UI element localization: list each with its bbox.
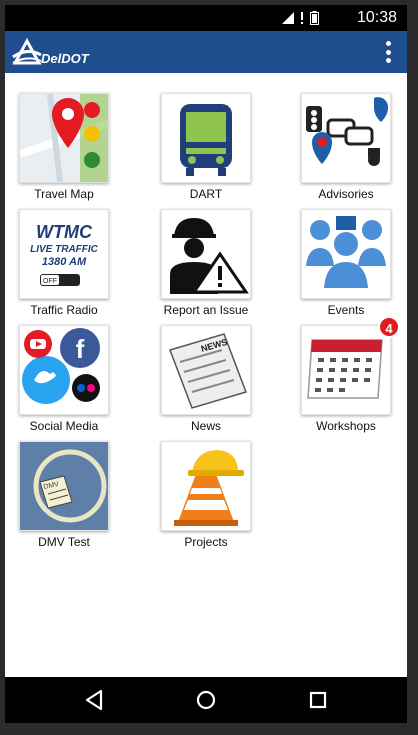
tile-report-an-issue[interactable]: Report an Issue xyxy=(151,209,261,317)
clock: 10:38 xyxy=(356,9,397,26)
construction-projects-icon xyxy=(174,450,244,526)
alert-icon xyxy=(301,12,303,24)
social-media-icon: f xyxy=(22,328,100,404)
tile-label: Projects xyxy=(184,535,228,549)
tile-label: Traffic Radio xyxy=(30,303,98,317)
tile-label: Events xyxy=(327,303,365,317)
svg-text:f: f xyxy=(76,334,85,364)
tile-label: Social Media xyxy=(29,419,99,433)
home-icon[interactable] xyxy=(193,687,219,713)
menu-dot-icon xyxy=(385,49,391,55)
tile-label: Report an Issue xyxy=(163,303,249,317)
people-group-icon xyxy=(306,216,386,288)
tile-box: 4 xyxy=(301,316,400,415)
tile-label: DART xyxy=(189,187,223,201)
navigation-bar xyxy=(5,677,407,723)
tile-box: WTMC LIVE TRAFFIC 1380 AM OFF xyxy=(19,209,109,299)
tile-news[interactable]: NEWS News xyxy=(151,325,261,433)
calendar-icon xyxy=(307,339,383,399)
tile-projects[interactable]: Projects xyxy=(151,441,261,549)
tile-box xyxy=(19,93,109,183)
recents-icon[interactable] xyxy=(305,687,331,713)
deldot-logo-icon xyxy=(12,37,42,65)
tile-box: DMV xyxy=(19,441,109,531)
back-icon[interactable] xyxy=(81,687,107,713)
battery-icon xyxy=(310,11,319,25)
dmv-test-icon: DMV xyxy=(20,442,108,530)
tile-label: News xyxy=(190,419,221,433)
worker-warning-icon xyxy=(170,218,249,294)
tile-label: Advisories xyxy=(318,187,374,201)
tile-box: f xyxy=(19,325,109,415)
map-pin-icon xyxy=(20,94,108,182)
app-brand: DelDOT xyxy=(41,51,89,66)
traffic-advisory-icon xyxy=(306,97,389,166)
tile-box xyxy=(161,441,251,531)
tile-advisories[interactable]: Advisories xyxy=(291,93,401,201)
tile-label: Travel Map xyxy=(34,187,94,201)
radio-toggle-state: OFF xyxy=(43,278,57,285)
newspaper-icon: NEWS xyxy=(169,333,247,409)
tile-box xyxy=(301,209,391,299)
signal-icon xyxy=(282,12,294,24)
overflow-menu-button[interactable] xyxy=(383,41,393,63)
status-bar: 10:38 xyxy=(5,5,407,31)
tile-travel-map[interactable]: Travel Map xyxy=(9,93,119,201)
radio-frequency: 1380 AM xyxy=(42,256,87,268)
tile-box xyxy=(161,93,251,183)
tile-events[interactable]: Events xyxy=(291,209,401,317)
radio-station-icon: WTMC LIVE TRAFFIC 1380 AM OFF xyxy=(30,222,99,286)
bus-icon xyxy=(180,104,232,176)
radio-call-sign: WTMC xyxy=(36,222,93,242)
menu-dot-icon xyxy=(385,41,391,46)
notification-badge: 4 xyxy=(378,316,400,338)
tile-box xyxy=(301,93,391,183)
menu-dot-icon xyxy=(385,58,391,63)
tile-traffic-radio[interactable]: WTMC LIVE TRAFFIC 1380 AM OFF Traffic Ra… xyxy=(9,209,119,317)
tile-social-media[interactable]: f Social Media xyxy=(9,325,119,433)
phone-screen: 10:38 DelDOT Travel Map DART Advisories … xyxy=(5,5,407,723)
tile-label: DMV Test xyxy=(38,535,90,549)
tile-dart[interactable]: DART xyxy=(151,93,261,201)
tile-box: NEWS xyxy=(161,325,251,415)
tile-workshops[interactable]: 4 Workshops xyxy=(291,316,401,433)
tile-label: Workshops xyxy=(316,419,376,433)
radio-tagline: LIVE TRAFFIC xyxy=(30,244,99,255)
app-bar: DelDOT xyxy=(5,31,407,73)
tile-box xyxy=(161,209,251,299)
tile-dmv-test[interactable]: DMV DMV Test xyxy=(9,441,119,549)
